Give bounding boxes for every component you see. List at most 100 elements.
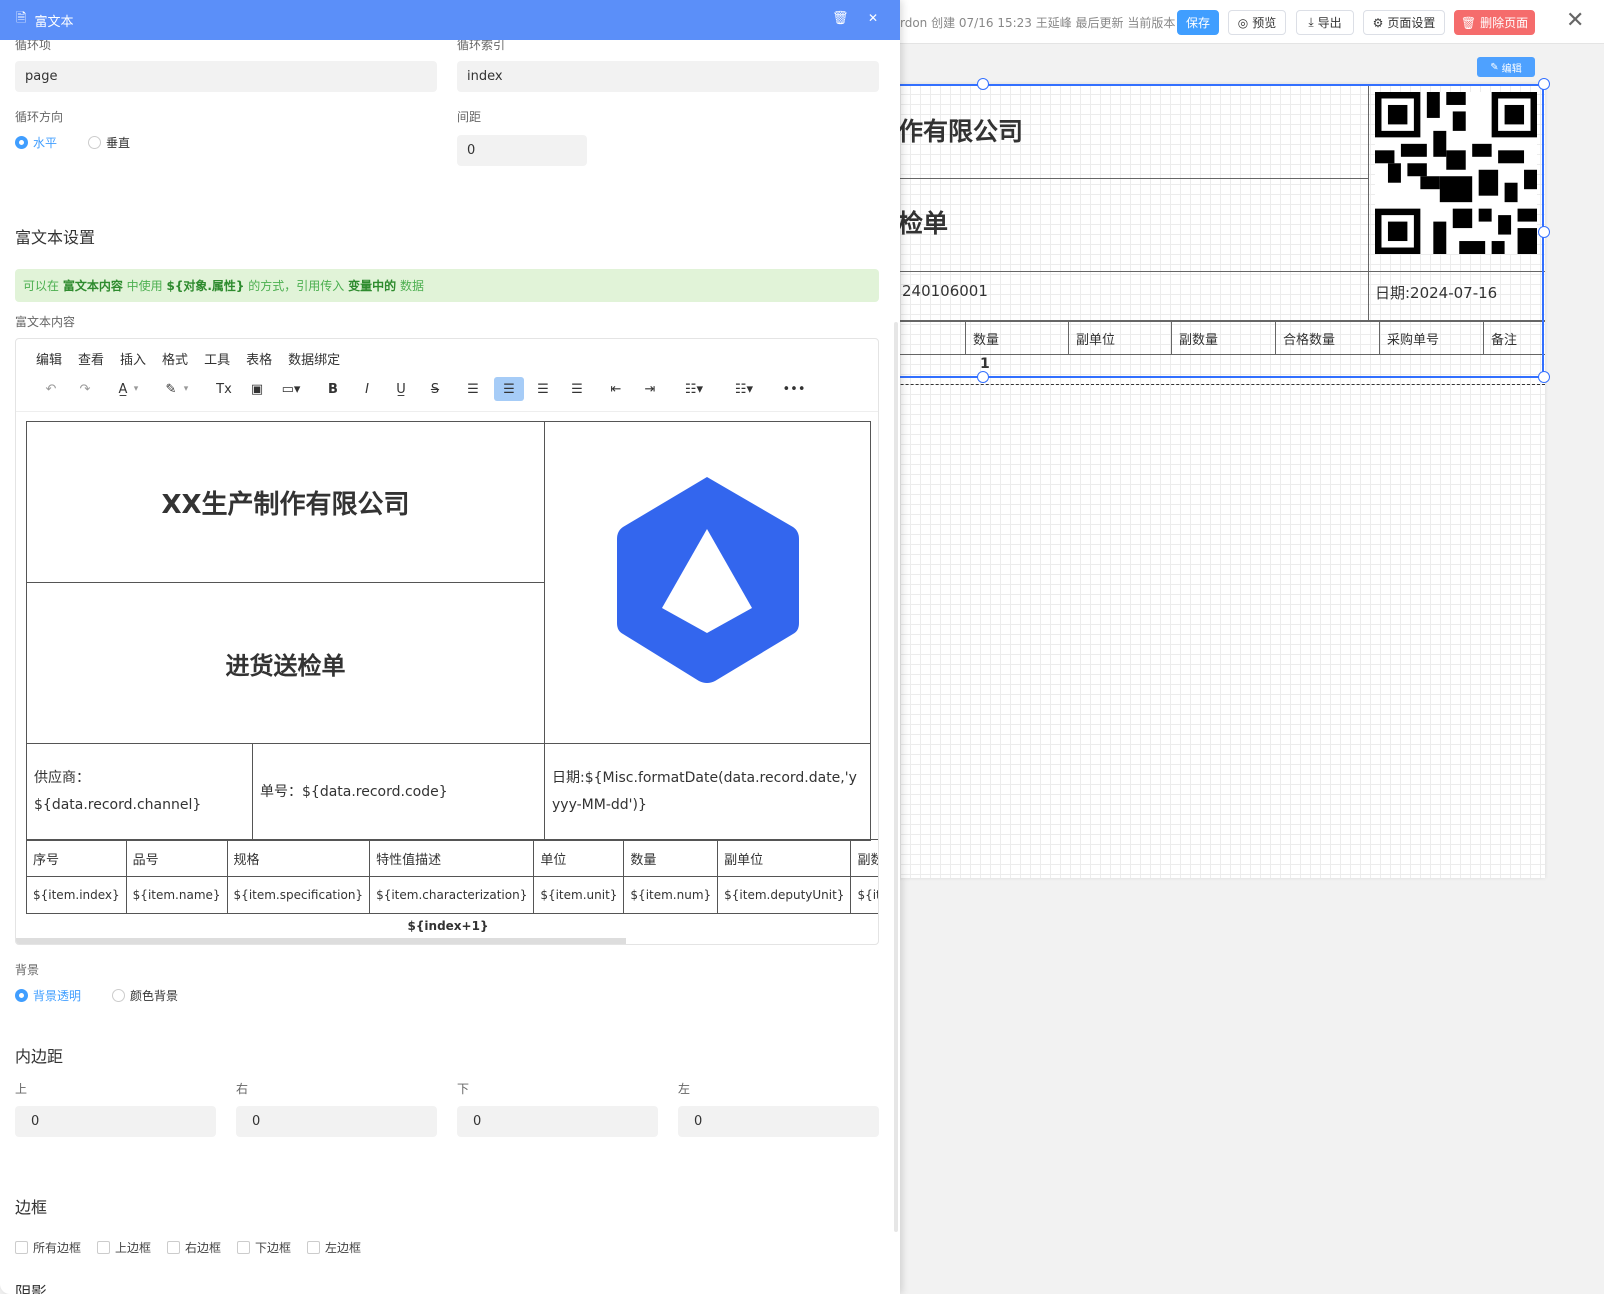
strikethrough-icon[interactable]: S̶ xyxy=(420,377,450,401)
table-header-cell[interactable]: 单位 xyxy=(534,840,624,877)
table-cell[interactable]: ${item.name} xyxy=(126,877,227,914)
edit-element-button[interactable]: ✎ 编辑 xyxy=(1477,57,1535,77)
image-icon[interactable]: ▣ xyxy=(242,377,272,401)
clear-format-icon[interactable]: Tx xyxy=(209,377,239,401)
menu-item[interactable]: 编辑 xyxy=(36,349,62,368)
italic-icon[interactable]: I xyxy=(352,377,382,401)
radio-dot xyxy=(112,989,125,1002)
radio-label: 颜色背景 xyxy=(130,987,178,1004)
table-header-cell[interactable]: 规格 xyxy=(227,840,370,877)
table-cell[interactable]: ${item.specification} xyxy=(227,877,370,914)
padding-input[interactable]: 0 xyxy=(15,1106,216,1137)
loop-index-input[interactable]: index xyxy=(457,61,879,92)
background-label: 背景 xyxy=(15,961,39,978)
resize-handle-bottom[interactable] xyxy=(977,371,989,383)
redo-icon[interactable]: ↷ xyxy=(70,377,100,401)
export-button[interactable]: ⤓导出 xyxy=(1296,10,1354,35)
table-cell[interactable]: ${item.deputyNum xyxy=(851,877,879,914)
align-right-icon[interactable]: ☰ xyxy=(528,377,558,401)
direction-label: 循环方向 xyxy=(15,108,63,125)
resize-handle-top[interactable] xyxy=(977,78,989,90)
resize-handle-top-right[interactable] xyxy=(1538,78,1550,90)
table-cell[interactable]: ${item.deputyUnit} xyxy=(718,877,851,914)
align-center-icon[interactable]: ☰ xyxy=(494,377,524,401)
checkbox-box xyxy=(167,1241,180,1254)
padding-input[interactable]: 0 xyxy=(236,1106,437,1137)
table-cell[interactable]: ${item.num} xyxy=(624,877,718,914)
underline-icon[interactable]: U̲ xyxy=(386,377,416,401)
checkbox-box xyxy=(237,1241,250,1254)
menu-item[interactable]: 工具 xyxy=(204,349,230,368)
save-button[interactable]: 保存 xyxy=(1177,10,1219,35)
date-cell[interactable]: 日期:${Misc.formatDate(data.record.date,'y… xyxy=(545,744,871,841)
table-header-cell[interactable]: 特性值描述 xyxy=(370,840,534,877)
menu-item[interactable]: 表格 xyxy=(246,349,272,368)
table-header-cell[interactable]: 副数量 xyxy=(851,840,879,877)
resize-handle-right[interactable] xyxy=(1538,226,1550,238)
bullet-list-icon[interactable]: ☷▾ xyxy=(679,377,709,401)
border-checkbox[interactable]: 上边框 xyxy=(97,1239,151,1256)
menu-item[interactable]: 格式 xyxy=(162,349,188,368)
menu-item[interactable]: 插入 xyxy=(120,349,146,368)
more-icon[interactable]: ••• xyxy=(779,377,809,401)
table-header-cell[interactable]: 序号 xyxy=(27,840,127,877)
border-checkbox[interactable]: 右边框 xyxy=(167,1239,221,1256)
border-checkbox[interactable]: 左边框 xyxy=(307,1239,361,1256)
close-icon[interactable]: ✕ xyxy=(868,11,878,25)
code-cell[interactable]: 单号：${data.record.code} xyxy=(253,744,545,841)
download-icon: ⤓ xyxy=(1308,15,1313,30)
justify-icon[interactable]: ☰ xyxy=(562,377,592,401)
table-cell[interactable]: ${item.index} xyxy=(27,877,127,914)
pencil-icon: ✎ xyxy=(1490,62,1502,73)
delete-page-button[interactable]: 🗑删除页面 xyxy=(1454,10,1535,35)
page-settings-label: 页面设置 xyxy=(1387,14,1435,31)
document-info-table[interactable]: 供应商：${data.record.channel}单号：${data.reco… xyxy=(26,743,871,841)
panel-scrollbar[interactable] xyxy=(894,322,898,1232)
padding-input[interactable]: 0 xyxy=(678,1106,879,1137)
radio-transparent-bg[interactable]: 背景透明 xyxy=(15,987,81,1004)
bold-icon[interactable]: B xyxy=(318,377,348,401)
table-cell[interactable]: ${item.characterization} xyxy=(370,877,534,914)
shadow-heading: 阴影 xyxy=(15,1279,47,1294)
edit-label: 编辑 xyxy=(1502,60,1522,75)
numbered-list-icon[interactable]: ☷▾ xyxy=(729,377,759,401)
logo-cell[interactable] xyxy=(545,422,871,744)
radio-color-bg[interactable]: 颜色背景 xyxy=(112,987,178,1004)
page-settings-button[interactable]: ⚙页面设置 xyxy=(1363,10,1445,35)
resize-handle-bottom-right[interactable] xyxy=(1538,371,1550,383)
undo-icon[interactable]: ↶ xyxy=(36,377,66,401)
radio-vertical[interactable]: 垂直 xyxy=(88,134,130,151)
dropdown-icon[interactable]: ▾ xyxy=(179,377,193,401)
table-header-cell[interactable]: 副单位 xyxy=(718,840,851,877)
supplier-cell[interactable]: 供应商：${data.record.channel} xyxy=(27,744,253,841)
checkbox-label: 右边框 xyxy=(185,1239,221,1256)
table-header-cell[interactable]: 品号 xyxy=(126,840,227,877)
menu-item[interactable]: 数据绑定 xyxy=(288,349,340,368)
document-header-table[interactable]: XX生产制作有限公司 进货送检单 xyxy=(26,421,871,744)
table-cell[interactable]: ${item.unit} xyxy=(534,877,624,914)
items-table[interactable]: 序号品号规格特性值描述单位数量副单位副数量 ${item.index}${ite… xyxy=(26,839,879,914)
horizontal-scrollbar[interactable] xyxy=(16,938,626,944)
document-meta: rdon 创建 07/16 15:23 王延峰 最后更新 当前版本 v4 xyxy=(900,14,1194,31)
eye-icon: ◎ xyxy=(1238,16,1248,30)
padding-input[interactable]: 0 xyxy=(457,1106,658,1137)
table-layout-icon[interactable]: ▭▾ xyxy=(276,377,306,401)
indent-icon[interactable]: ⇥ xyxy=(635,377,665,401)
close-icon[interactable]: ✕ xyxy=(1566,8,1584,33)
trash-icon[interactable]: 🗑 xyxy=(832,11,849,26)
form-title-cell[interactable]: 进货送检单 xyxy=(27,583,545,744)
outdent-icon[interactable]: ⇤ xyxy=(601,377,631,401)
loop-item-input[interactable]: page xyxy=(15,61,437,92)
table-header-cell[interactable]: 数量 xyxy=(624,840,718,877)
border-checkbox[interactable]: 所有边框 xyxy=(15,1239,81,1256)
rich-text-heading: 富文本设置 xyxy=(15,224,95,248)
menu-item[interactable]: 查看 xyxy=(78,349,104,368)
company-cell[interactable]: XX生产制作有限公司 xyxy=(27,422,545,583)
preview-button[interactable]: ◎预览 xyxy=(1228,10,1286,35)
radio-horizontal[interactable]: 水平 xyxy=(15,134,57,151)
border-checkbox[interactable]: 下边框 xyxy=(237,1239,291,1256)
rich-text-editor[interactable]: 编辑查看插入格式工具表格数据绑定 XX生产制作有限公司 进货送检单 供应商：${… xyxy=(15,338,879,945)
dropdown-icon[interactable]: ▾ xyxy=(129,377,143,401)
align-left-icon[interactable]: ☰ xyxy=(458,377,488,401)
spacing-input[interactable]: 0 xyxy=(457,135,587,166)
